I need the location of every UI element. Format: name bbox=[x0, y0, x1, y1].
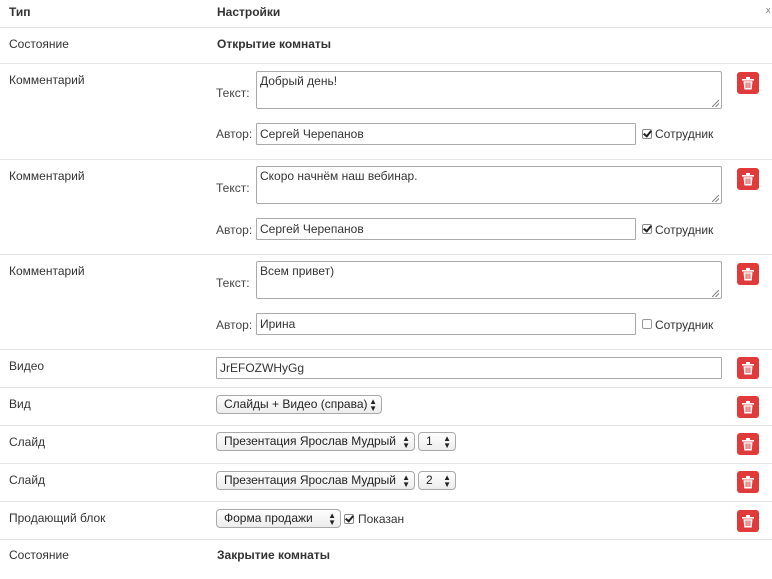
delete-button[interactable] bbox=[737, 72, 759, 94]
trash-icon bbox=[742, 437, 754, 450]
delete-button[interactable] bbox=[737, 357, 759, 379]
column-type-header: Тип bbox=[9, 5, 31, 19]
delete-button[interactable] bbox=[737, 263, 759, 285]
shown-label: Показан bbox=[358, 512, 405, 526]
table-row: Комментарий Текст: Скоро начнём наш веби… bbox=[0, 160, 772, 255]
text-label: Текст: bbox=[216, 276, 250, 290]
state-value: Закрытие комнаты bbox=[217, 548, 330, 562]
updown-arrows-icon: ▲ ▼ bbox=[402, 473, 410, 489]
presentation-select-value: Презентация Ярослав Мудрый bbox=[224, 473, 396, 487]
row-type: Видео bbox=[9, 359, 45, 373]
table-row: Комментарий Текст: Всем привет) Автор: С… bbox=[0, 255, 772, 350]
trash-icon bbox=[742, 76, 754, 89]
author-input[interactable] bbox=[256, 123, 636, 145]
row-type: Состояние bbox=[9, 37, 69, 51]
table-row: Слайд Презентация Ярослав Мудрый ▲ ▼ 1 ▲ ▼ bbox=[0, 426, 772, 464]
delete-button[interactable] bbox=[737, 168, 759, 190]
slide-number-select[interactable]: 1 ▲ ▼ bbox=[418, 432, 456, 451]
author-input[interactable] bbox=[256, 218, 636, 240]
row-type: Комментарий bbox=[9, 169, 85, 183]
staff-checkbox[interactable] bbox=[642, 224, 652, 234]
row-type: Продающий блок bbox=[9, 511, 106, 525]
updown-arrows-icon: ▲ ▼ bbox=[402, 434, 410, 450]
column-settings-header: Настройки bbox=[217, 5, 281, 19]
sales-form-select-value: Форма продажи bbox=[224, 511, 313, 525]
table-row: Состояние Открытие комнаты bbox=[0, 28, 772, 64]
table-header: Тип Настройки x bbox=[0, 0, 772, 28]
staff-label: Сотрудник bbox=[655, 223, 714, 237]
slide-number-select[interactable]: 2 ▲ ▼ bbox=[418, 471, 456, 490]
trash-icon bbox=[742, 514, 754, 527]
view-select-value: Слайды + Видео (справа) bbox=[224, 397, 368, 411]
author-label: Автор: bbox=[216, 318, 253, 332]
author-label: Автор: bbox=[216, 223, 253, 237]
delete-button[interactable] bbox=[737, 433, 759, 455]
row-type: Комментарий bbox=[9, 73, 85, 87]
slide-number-value: 2 bbox=[426, 473, 433, 487]
delete-button[interactable] bbox=[737, 396, 759, 418]
updown-arrows-icon: ▲ ▼ bbox=[443, 434, 451, 450]
shown-checkbox[interactable] bbox=[344, 514, 354, 524]
video-id-input[interactable] bbox=[216, 357, 722, 379]
staff-label: Сотрудник bbox=[655, 318, 714, 332]
trash-icon bbox=[742, 475, 754, 488]
presentation-select[interactable]: Презентация Ярослав Мудрый ▲ ▼ bbox=[216, 471, 415, 490]
state-value: Открытие комнаты bbox=[217, 37, 331, 51]
slide-number-value: 1 bbox=[426, 434, 433, 448]
text-label: Текст: bbox=[216, 181, 250, 195]
updown-arrows-icon: ▲ ▼ bbox=[328, 511, 336, 527]
text-label: Текст: bbox=[216, 86, 250, 100]
comment-text-input[interactable]: Добрый день! bbox=[256, 71, 722, 109]
staff-checkbox[interactable] bbox=[642, 319, 652, 329]
staff-checkbox[interactable] bbox=[642, 129, 652, 139]
trash-icon bbox=[742, 361, 754, 374]
table-row: Продающий блок Форма продажи ▲ ▼ Показан bbox=[0, 502, 772, 540]
row-type: Вид bbox=[9, 397, 31, 411]
table-row: Состояние Закрытие комнаты bbox=[0, 540, 772, 579]
row-type: Состояние bbox=[9, 548, 69, 562]
row-type: Слайд bbox=[9, 473, 46, 487]
delete-button[interactable] bbox=[737, 510, 759, 532]
presentation-select-value: Презентация Ярослав Мудрый bbox=[224, 434, 396, 448]
updown-arrows-icon: ▲ ▼ bbox=[443, 473, 451, 489]
table-row: Вид Слайды + Видео (справа) ▲ ▼ bbox=[0, 388, 772, 426]
trash-icon bbox=[742, 267, 754, 280]
updown-arrows-icon: ▲ ▼ bbox=[369, 397, 377, 413]
staff-label: Сотрудник bbox=[655, 127, 714, 141]
corner-mark: x bbox=[766, 5, 771, 15]
delete-button[interactable] bbox=[737, 471, 759, 493]
presentation-select[interactable]: Презентация Ярослав Мудрый ▲ ▼ bbox=[216, 432, 415, 451]
comment-text-input[interactable]: Скоро начнём наш вебинар. bbox=[256, 166, 722, 204]
author-label: Автор: bbox=[216, 127, 253, 141]
table-row: Слайд Презентация Ярослав Мудрый ▲ ▼ 2 ▲ ▼ bbox=[0, 464, 772, 502]
view-select[interactable]: Слайды + Видео (справа) ▲ ▼ bbox=[216, 395, 382, 414]
sales-form-select[interactable]: Форма продажи ▲ ▼ bbox=[216, 509, 341, 528]
trash-icon bbox=[742, 400, 754, 413]
trash-icon bbox=[742, 172, 754, 185]
comment-text-input[interactable]: Всем привет) bbox=[256, 261, 722, 299]
row-type: Комментарий bbox=[9, 264, 85, 278]
author-input[interactable] bbox=[256, 313, 636, 335]
table-row: Комментарий Текст: Добрый день! Автор: С… bbox=[0, 64, 772, 160]
row-type: Слайд bbox=[9, 435, 46, 449]
table-row: Видео bbox=[0, 350, 772, 388]
